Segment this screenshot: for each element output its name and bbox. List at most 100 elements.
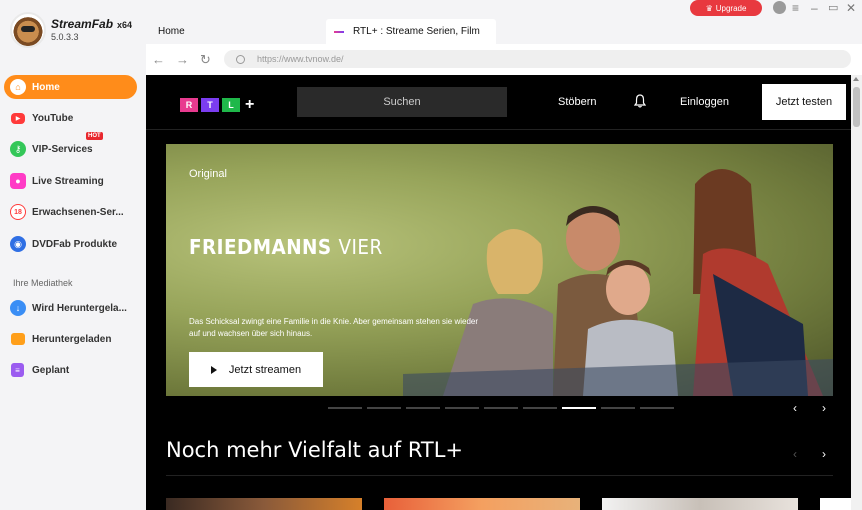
sidebar-item-adult-services[interactable]: 18 Erwachsenen-Ser... bbox=[4, 200, 137, 224]
app-version: 5.0.3.3 bbox=[51, 31, 79, 42]
tab-title: RTL+ : Streame Serien, Film bbox=[353, 26, 480, 37]
sidebar-item-label: DVDFab Produkte bbox=[32, 238, 118, 250]
adult-icon: 18 bbox=[10, 204, 26, 220]
sidebar-item-youtube[interactable]: ▶ YouTube bbox=[4, 106, 137, 130]
carousel-dot[interactable] bbox=[523, 407, 557, 409]
sidebar-item-downloaded[interactable]: Heruntergeladen bbox=[4, 327, 137, 351]
avatar-icon[interactable] bbox=[773, 1, 786, 14]
forward-arrow-icon[interactable]: → bbox=[176, 52, 189, 67]
menu-icon[interactable]: ≡ bbox=[792, 1, 799, 15]
scroll-thumb[interactable] bbox=[853, 87, 860, 127]
scrollbar[interactable] bbox=[851, 75, 862, 510]
hero-title-main: FRIEDMANNS bbox=[189, 235, 339, 259]
dvdfab-icon: ◉ bbox=[10, 236, 26, 252]
browse-link[interactable]: Stöbern bbox=[558, 96, 597, 108]
list-icon: ≡ bbox=[11, 363, 24, 377]
sidebar-item-scheduled[interactable]: ≡ Geplant bbox=[4, 358, 137, 382]
sidebar-item-label: Heruntergeladen bbox=[32, 333, 112, 345]
streamfab-logo-icon bbox=[10, 12, 46, 48]
upgrade-label: Upgrade bbox=[715, 3, 747, 13]
carousel-dot[interactable] bbox=[601, 407, 635, 409]
youtube-icon: ▶ bbox=[11, 112, 25, 124]
tab-rtl-plus[interactable]: RTL+ : Streame Serien, Film bbox=[326, 19, 496, 44]
scroll-up-icon[interactable] bbox=[853, 77, 859, 81]
sidebar-item-label: VIP-Services bbox=[32, 143, 93, 155]
carousel-dot[interactable] bbox=[367, 407, 401, 409]
home-icon: ⌂ bbox=[10, 79, 26, 95]
back-arrow-icon[interactable]: ← bbox=[152, 52, 165, 67]
hot-badge: HOT bbox=[86, 132, 103, 140]
carousel-prev-icon[interactable]: ‹ bbox=[793, 401, 797, 415]
logo-letter-r: R bbox=[180, 98, 198, 112]
sidebar-item-label: Live Streaming bbox=[32, 175, 104, 187]
sidebar-item-downloading[interactable]: ↓ Wird Herunterge​la... bbox=[4, 296, 137, 320]
play-icon bbox=[210, 365, 217, 374]
content-thumbnail[interactable] bbox=[166, 498, 362, 510]
sidebar-item-vip-services[interactable]: ⚷ VIP-Services HOT bbox=[4, 132, 137, 161]
sidebar-item-live-streaming[interactable]: ● Live Streaming bbox=[4, 169, 137, 193]
library-section-label: Ihre Mediathek bbox=[13, 278, 73, 288]
sidebar: StreamFab x64 5.0.3.3 ⌂ Home ▶ YouTube ⚷ … bbox=[0, 0, 146, 510]
logo-letter-t: T bbox=[201, 98, 219, 112]
reload-icon[interactable]: ↻ bbox=[200, 52, 211, 68]
content-thumbnail[interactable] bbox=[820, 498, 851, 510]
minimize-icon[interactable]: – bbox=[811, 1, 818, 15]
carousel-dot[interactable] bbox=[406, 407, 440, 409]
try-now-button[interactable]: Jetzt testen bbox=[762, 84, 846, 120]
hero-family-image bbox=[403, 169, 833, 396]
rtl-favicon-icon bbox=[334, 30, 344, 33]
hero-title: FRIEDMANNS VIER bbox=[189, 235, 383, 259]
search-icon bbox=[236, 54, 245, 64]
upgrade-button[interactable]: ♛ Upgrade bbox=[690, 0, 762, 16]
carousel-dot[interactable] bbox=[328, 407, 362, 409]
section-divider bbox=[166, 475, 833, 476]
search-box[interactable]: Suchen bbox=[297, 87, 507, 117]
carousel-dot[interactable] bbox=[640, 407, 674, 409]
section-title: Noch mehr Vielfalt auf RTL+ bbox=[166, 438, 464, 462]
rtl-plus-logo[interactable]: R T L + bbox=[180, 96, 254, 114]
stream-now-button[interactable]: Jetzt streamen bbox=[189, 352, 323, 387]
carousel-dot[interactable] bbox=[562, 407, 596, 409]
carousel-dot[interactable] bbox=[445, 407, 479, 409]
address-bar: ← → ↻ https://www.tvnow.de/ bbox=[146, 44, 862, 75]
sidebar-item-label: Geplant bbox=[32, 364, 70, 376]
sidebar-item-dvdfab-products[interactable]: ◉ DVDFab Produkte bbox=[4, 232, 137, 256]
carousel-dot[interactable] bbox=[484, 407, 518, 409]
sidebar-item-label: Home bbox=[32, 81, 60, 93]
close-icon[interactable]: ✕ bbox=[846, 1, 856, 15]
sidebar-item-label: Wird Herunterge​la... bbox=[32, 302, 127, 314]
key-icon: ⚷ bbox=[10, 141, 26, 157]
hero-description: Das Schicksal zwingt eine Familie in die… bbox=[189, 317, 479, 338]
header-divider bbox=[146, 129, 862, 130]
app-arch: x64 bbox=[117, 19, 133, 30]
sidebar-item-label: Erwachsenen-Ser... bbox=[32, 206, 124, 218]
url-text: https://www.tvnow.de/ bbox=[257, 54, 344, 64]
login-link[interactable]: Einloggen bbox=[680, 96, 729, 108]
download-icon: ↓ bbox=[10, 300, 26, 316]
row-prev-icon[interactable]: ‹ bbox=[793, 447, 797, 461]
sidebar-item-home[interactable]: ⌂ Home bbox=[4, 75, 137, 99]
maximize-icon[interactable]: ▭ bbox=[828, 1, 838, 14]
tab-home[interactable]: Home bbox=[158, 26, 185, 37]
hero-label: Original bbox=[189, 168, 227, 180]
stream-now-label: Jetzt streamen bbox=[228, 363, 302, 376]
url-field[interactable]: https://www.tvnow.de/ bbox=[224, 50, 851, 68]
content-thumbnail[interactable] bbox=[602, 498, 798, 510]
app-brand: StreamFab x64 5.0.3.3 bbox=[10, 12, 132, 48]
camera-icon: ● bbox=[10, 173, 26, 189]
row-next-icon[interactable]: › bbox=[822, 447, 826, 461]
logo-plus: + bbox=[245, 96, 255, 113]
crown-icon: ♛ bbox=[705, 3, 713, 13]
app-name: StreamFab bbox=[51, 16, 114, 31]
bell-icon[interactable] bbox=[634, 94, 646, 108]
web-content: R T L + Suchen Stöbern Einloggen Jetzt t… bbox=[146, 75, 862, 510]
logo-letter-l: L bbox=[222, 98, 240, 112]
folder-icon bbox=[11, 333, 25, 345]
sidebar-item-label: YouTube bbox=[32, 112, 74, 124]
carousel-next-icon[interactable]: › bbox=[822, 401, 826, 415]
hero-title-accent: VIER bbox=[338, 235, 383, 259]
content-thumbnail[interactable] bbox=[384, 498, 580, 510]
carousel-indicators bbox=[328, 407, 679, 409]
hero-banner[interactable]: Original FRIEDMANNS VIER Das Schicksal z… bbox=[166, 144, 833, 396]
title-bar: Home RTL+ : Streame Serien, Film ♛ Upgra… bbox=[146, 0, 862, 44]
